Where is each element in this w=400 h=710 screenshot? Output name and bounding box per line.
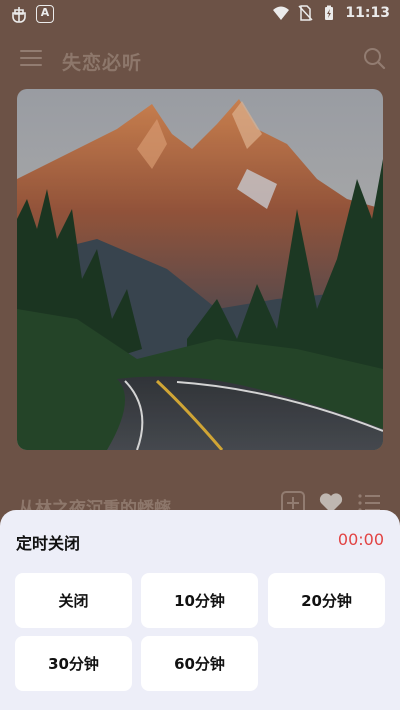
timer-option-30min[interactable]: 30分钟	[15, 636, 132, 691]
timer-option-20min[interactable]: 20分钟	[268, 573, 385, 628]
timer-option-off[interactable]: 关闭	[15, 573, 132, 628]
timer-remaining: 00:00	[337, 530, 384, 549]
sleep-timer-sheet: 定时关闭 00:00 关闭 10分钟 20分钟 30分钟 60分钟	[0, 510, 400, 710]
sheet-title: 定时关闭	[16, 534, 81, 553]
timer-option-10min[interactable]: 10分钟	[141, 573, 258, 628]
music-player-page: A 11:13 失恋必听 从林之夜沉重的蟋蟀 定时关闭 00:00 关闭 10分…	[0, 0, 400, 710]
timer-option-60min[interactable]: 60分钟	[141, 636, 258, 691]
